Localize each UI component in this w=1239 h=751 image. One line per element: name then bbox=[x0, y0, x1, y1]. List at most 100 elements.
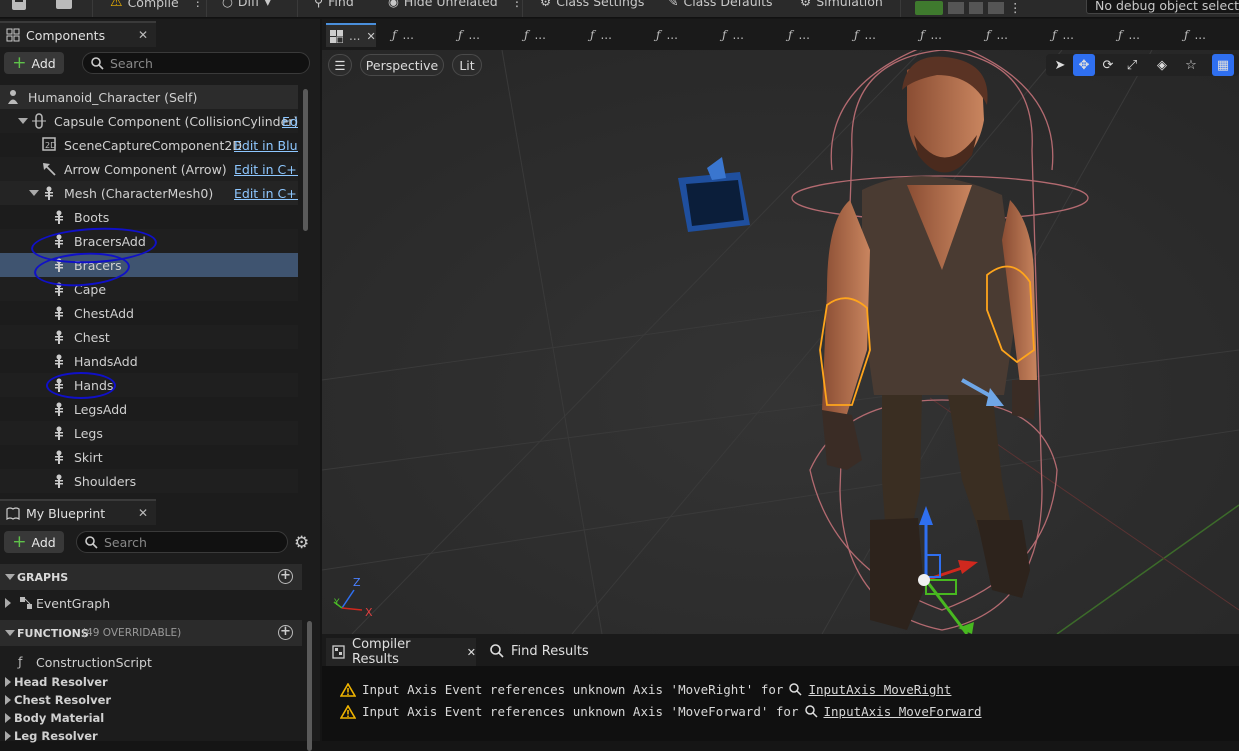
class-settings-button[interactable]: ⚙ Class Settings bbox=[540, 0, 644, 9]
event-graph-item[interactable]: EventGraph bbox=[0, 591, 298, 615]
tree-item-mesh-child[interactable]: ChestAdd bbox=[0, 301, 298, 325]
surface-snap-icon[interactable]: ☆ bbox=[1180, 54, 1202, 76]
tab-function[interactable]: ƒ... bbox=[986, 23, 1008, 47]
expand-arrow-icon[interactable] bbox=[5, 713, 11, 723]
tab-components[interactable]: Components ✕ bbox=[0, 21, 156, 47]
tab-function[interactable]: ƒ... bbox=[656, 23, 678, 47]
add-function-icon[interactable]: + bbox=[278, 625, 293, 640]
tree-item-mesh-child[interactable]: Chest bbox=[0, 325, 298, 349]
components-scrollbar[interactable] bbox=[303, 89, 308, 231]
message-link[interactable]: InputAxis MoveRight bbox=[808, 682, 951, 697]
play-icon[interactable] bbox=[915, 0, 943, 15]
tab-function[interactable]: ƒ... bbox=[854, 23, 876, 47]
tree-item-arrow[interactable]: Arrow Component (Arrow) Edit in C++ bbox=[0, 157, 298, 181]
tree-item-scenecapture[interactable]: 2D SceneCaptureComponent2D Edit in Bluep bbox=[0, 133, 298, 157]
graphs-section-header[interactable]: GRAPHS + bbox=[0, 564, 302, 590]
tab-function[interactable]: ƒ... bbox=[1184, 23, 1206, 47]
blueprint-scrollbar[interactable] bbox=[307, 621, 312, 751]
close-icon[interactable]: ✕ bbox=[138, 28, 148, 42]
function-item[interactable]: Chest Resolver bbox=[0, 691, 298, 709]
expand-arrow-icon[interactable] bbox=[5, 677, 11, 687]
grid-snap-icon[interactable]: ▦ bbox=[1212, 54, 1234, 76]
compiler-icon bbox=[332, 645, 345, 659]
edit-link[interactable]: Edit in Bluep bbox=[234, 138, 298, 153]
more-options-icon[interactable]: ⋮ bbox=[1009, 0, 1022, 15]
add-component-button[interactable]: + Add bbox=[4, 52, 64, 74]
skeletal-mesh-icon bbox=[53, 354, 65, 368]
close-icon[interactable]: ✕ bbox=[366, 30, 375, 43]
tree-item-mesh-child[interactable]: Shoulders bbox=[0, 469, 298, 493]
edit-link[interactable]: Edit bbox=[282, 114, 298, 129]
message-link[interactable]: InputAxis MoveForward bbox=[824, 704, 982, 719]
blueprint-search-input[interactable]: Search bbox=[76, 531, 288, 553]
step-icon[interactable] bbox=[948, 1, 964, 14]
tree-item-mesh-child[interactable]: Boots bbox=[0, 205, 298, 229]
functions-overridable-count: (49 OVERRIDABLE) bbox=[82, 627, 182, 639]
translate-icon[interactable]: ✥ bbox=[1073, 54, 1095, 76]
tab-function[interactable]: ƒ... bbox=[458, 23, 480, 47]
construction-script-item[interactable]: ƒ ConstructionScript bbox=[0, 650, 298, 674]
tree-item-self[interactable]: Humanoid_Character (Self) bbox=[0, 85, 298, 109]
function-item[interactable]: Body Material bbox=[0, 709, 298, 727]
expand-arrow-icon[interactable] bbox=[29, 190, 39, 196]
axis-y-label: Y bbox=[334, 598, 340, 608]
tab-function[interactable]: ƒ... bbox=[1052, 23, 1074, 47]
close-icon[interactable]: ✕ bbox=[467, 646, 476, 659]
tree-item-mesh-child[interactable]: HandsAdd bbox=[0, 349, 298, 373]
components-search-input[interactable]: Search bbox=[82, 52, 310, 74]
edit-link[interactable]: Edit in C++ bbox=[234, 186, 298, 201]
viewport-3d[interactable]: Z X Y ☰ Perspective Lit ➤ ✥ ⟳ ⤢ ◈ ☆ ▦ bbox=[322, 50, 1239, 634]
tab-function[interactable]: ƒ... bbox=[920, 23, 942, 47]
function-item[interactable]: Head Resolver bbox=[0, 673, 298, 691]
select-icon[interactable]: ➤ bbox=[1049, 54, 1071, 76]
tree-item-mesh-child[interactable]: Hands bbox=[0, 373, 298, 397]
lit-button[interactable]: Lit bbox=[452, 54, 482, 76]
tab-function[interactable]: ƒ... bbox=[788, 23, 810, 47]
simulation-button[interactable]: ⚙ Simulation bbox=[800, 0, 883, 9]
tree-item-mesh[interactable]: Mesh (CharacterMesh0) Edit in C++ bbox=[0, 181, 298, 205]
browse-icon[interactable] bbox=[54, 0, 74, 12]
expand-arrow-icon[interactable] bbox=[5, 598, 11, 608]
compile-button[interactable]: ⚠ Compile ⋮ bbox=[110, 0, 204, 10]
functions-section-header[interactable]: FUNCTIONS (49 OVERRIDABLE) + bbox=[0, 620, 302, 646]
edit-link[interactable]: Edit in C++ bbox=[234, 162, 298, 177]
add-blueprint-member-button[interactable]: + Add bbox=[4, 531, 64, 553]
function-icon: ƒ bbox=[722, 28, 727, 42]
tab-function[interactable]: ƒ... bbox=[722, 23, 744, 47]
tab-my-blueprint[interactable]: My Blueprint ✕ bbox=[0, 499, 156, 525]
tab-function[interactable]: ƒ... bbox=[524, 23, 546, 47]
viewport-scene[interactable] bbox=[322, 50, 1239, 634]
tree-item-mesh-child[interactable]: LegsAdd bbox=[0, 397, 298, 421]
world-space-icon[interactable]: ◈ bbox=[1151, 54, 1173, 76]
tab-find-results[interactable]: Find Results bbox=[490, 640, 589, 662]
tab-compiler-results[interactable]: Compiler Results ✕ bbox=[326, 637, 476, 667]
viewport-menu-button[interactable]: ☰ bbox=[328, 54, 352, 76]
rotate-icon[interactable]: ⟳ bbox=[1097, 54, 1119, 76]
expand-arrow-icon[interactable] bbox=[18, 118, 28, 124]
stop-icon[interactable] bbox=[969, 1, 983, 14]
debug-object-select[interactable]: No debug object selected bbox=[1086, 0, 1239, 14]
gear-icon[interactable]: ⚙ bbox=[294, 533, 309, 553]
class-defaults-button[interactable]: ✎ Class Defaults bbox=[668, 0, 773, 9]
skeletal-mesh-icon bbox=[53, 210, 65, 224]
close-icon[interactable]: ✕ bbox=[138, 506, 148, 520]
tab-function[interactable]: ƒ... bbox=[590, 23, 612, 47]
function-item[interactable]: Leg Resolver bbox=[0, 727, 298, 745]
more-options-icon[interactable]: ⋮ bbox=[192, 0, 204, 9]
add-graph-icon[interactable]: + bbox=[278, 569, 293, 584]
tab-function[interactable]: ƒ... bbox=[1118, 23, 1140, 47]
expand-arrow-icon[interactable] bbox=[5, 695, 11, 705]
tab-function[interactable]: ƒ... bbox=[392, 23, 414, 47]
hide-unrelated-button[interactable]: ◉ Hide Unrelated ⋮ bbox=[388, 0, 523, 9]
tab-viewport[interactable]: ... ✕ bbox=[326, 23, 376, 47]
perspective-button[interactable]: Perspective bbox=[360, 54, 444, 76]
eject-icon[interactable] bbox=[988, 1, 1004, 14]
expand-arrow-icon[interactable] bbox=[5, 731, 11, 741]
find-button[interactable]: ⚲ Find bbox=[314, 0, 354, 9]
scale-icon[interactable]: ⤢ bbox=[1121, 54, 1143, 76]
diff-button[interactable]: ○ Diff ▾ bbox=[222, 0, 271, 9]
tree-item-mesh-child[interactable]: Legs bbox=[0, 421, 298, 445]
save-icon[interactable] bbox=[10, 0, 28, 12]
tree-item-mesh-child[interactable]: Skirt bbox=[0, 445, 298, 469]
tree-item-capsule[interactable]: Capsule Component (CollisionCylinder) Ed… bbox=[0, 109, 298, 133]
